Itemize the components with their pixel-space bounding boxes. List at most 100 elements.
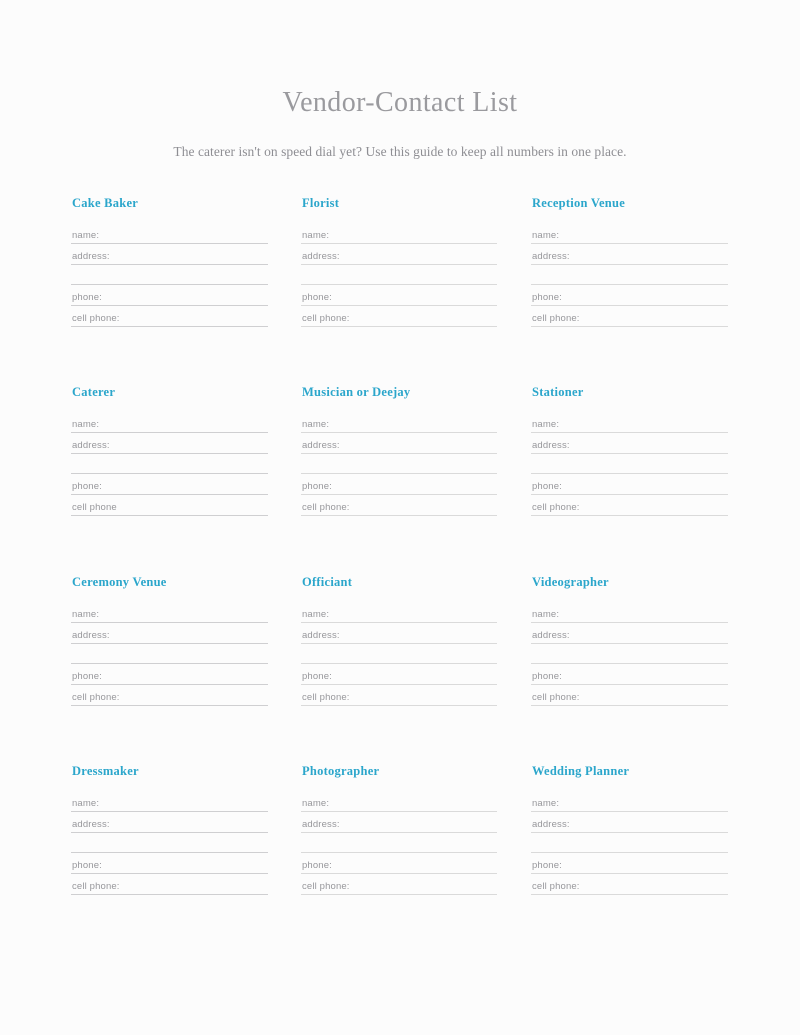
field-label: cell phone: (302, 502, 350, 513)
field-label: cell phone: (532, 692, 580, 703)
field-row-address-continued[interactable] (531, 454, 728, 474)
page-subtitle: The caterer isn't on speed dial yet? Use… (173, 144, 627, 159)
field-row-address[interactable]: address: (531, 623, 728, 644)
field-row-address[interactable]: address: (301, 812, 497, 833)
field-row-address[interactable]: address: (71, 623, 268, 644)
field-row-cell-phone[interactable]: cell phone: (301, 874, 497, 895)
field-row-name[interactable]: name: (301, 791, 497, 812)
field-label: phone: (532, 292, 562, 303)
field-row-name[interactable]: name: (301, 602, 497, 623)
field-row-address[interactable]: address: (301, 244, 497, 265)
vendor-field-list: name: address: phone: cell phone: (301, 791, 497, 895)
field-label: address: (532, 251, 570, 262)
field-row-phone[interactable]: phone: (531, 285, 728, 306)
vendor-title: Dressmaker (72, 764, 139, 778)
field-row-address[interactable]: address: (301, 433, 497, 454)
field-row-address-continued[interactable] (71, 265, 268, 285)
vendor-field-list: name: address: phone: cell phone: (531, 412, 728, 516)
field-label: address: (302, 819, 340, 830)
field-label: name: (302, 609, 330, 620)
field-row-phone[interactable]: phone: (301, 664, 497, 685)
field-row-phone[interactable]: phone: (531, 664, 728, 685)
field-row-name[interactable]: name: (301, 412, 497, 433)
field-row-address-continued[interactable] (301, 644, 497, 664)
field-row-address-continued[interactable] (71, 644, 268, 664)
field-row-phone[interactable]: phone: (531, 474, 728, 495)
field-row-address-continued[interactable] (301, 833, 497, 853)
field-row-address[interactable]: address: (531, 812, 728, 833)
vendor-field-list: name: address: phone: cell phone: (71, 602, 268, 706)
field-row-cell-phone[interactable]: cell phone: (71, 874, 268, 895)
field-row-name[interactable]: name: (531, 602, 728, 623)
vendor-title: Officiant (302, 575, 353, 589)
field-row-phone[interactable]: phone: (71, 474, 268, 495)
field-row-address-continued[interactable] (71, 833, 268, 853)
field-row-phone[interactable]: phone: (71, 664, 268, 685)
field-row-phone[interactable]: phone: (71, 853, 268, 874)
vendor-block-dressmaker: Dressmaker name: address: phone: cell ph… (71, 764, 268, 895)
vendor-title: Caterer (72, 385, 116, 399)
field-label: address: (302, 630, 340, 641)
field-row-name[interactable]: name: (531, 412, 728, 433)
field-row-phone[interactable]: phone: (301, 853, 497, 874)
field-label: cell phone: (302, 692, 350, 703)
field-row-cell-phone[interactable]: cell phone: (531, 306, 728, 327)
field-row-phone[interactable]: phone: (301, 474, 497, 495)
field-row-name[interactable]: name: (71, 412, 268, 433)
field-row-address-continued[interactable] (71, 454, 268, 474)
field-row-address-continued[interactable] (531, 265, 728, 285)
vendor-title: Wedding Planner (532, 764, 630, 778)
vendor-title: Musician or Deejay (302, 385, 411, 399)
field-row-phone[interactable]: phone: (71, 285, 268, 306)
vendor-field-list: name: address: phone: cell phone: (71, 223, 268, 327)
field-label: name: (302, 419, 330, 430)
field-row-name[interactable]: name: (71, 791, 268, 812)
field-label: phone: (72, 860, 102, 871)
field-label: phone: (532, 860, 562, 871)
field-row-name[interactable]: name: (301, 223, 497, 244)
field-row-address[interactable]: address: (71, 244, 268, 265)
field-row-address-continued[interactable] (531, 833, 728, 853)
field-label: name: (532, 798, 560, 809)
field-row-address[interactable]: address: (71, 812, 268, 833)
field-label: address: (72, 630, 110, 641)
field-label: phone: (532, 481, 562, 492)
field-row-address[interactable]: address: (531, 433, 728, 454)
field-row-name[interactable]: name: (71, 602, 268, 623)
field-row-name[interactable]: name: (531, 223, 728, 244)
field-row-cell-phone[interactable]: cell phone: (301, 495, 497, 516)
field-label: phone: (532, 671, 562, 682)
field-label: phone: (72, 481, 102, 492)
field-row-cell-phone[interactable]: cell phone: (71, 685, 268, 706)
vendor-grid: Cake Baker name: address: phone: cell ph… (71, 196, 731, 895)
field-label: phone: (302, 860, 332, 871)
field-row-address[interactable]: address: (71, 433, 268, 454)
vendor-field-list: name: address: phone: cell phone: (71, 791, 268, 895)
page-title: Vendor-Contact List (282, 87, 518, 118)
field-label: cell phone: (72, 881, 120, 892)
field-row-name[interactable]: name: (531, 791, 728, 812)
field-row-cell-phone[interactable]: cell phone: (301, 306, 497, 327)
field-row-cell-phone[interactable]: cell phone: (301, 685, 497, 706)
vendor-block-officiant: Officiant name: address: phone: cell pho… (301, 575, 497, 706)
field-row-address[interactable]: address: (531, 244, 728, 265)
vendor-title: Photographer (302, 764, 380, 778)
field-label: name: (72, 419, 100, 430)
field-row-address[interactable]: address: (301, 623, 497, 644)
field-label: phone: (302, 671, 332, 682)
field-row-cell-phone[interactable]: cell phone: (71, 306, 268, 327)
field-row-cell-phone[interactable]: cell phone: (531, 495, 728, 516)
field-row-cell-phone[interactable]: cell phone: (531, 874, 728, 895)
field-row-address-continued[interactable] (301, 454, 497, 474)
field-row-phone[interactable]: phone: (301, 285, 497, 306)
field-label: address: (302, 440, 340, 451)
field-row-phone[interactable]: phone: (531, 853, 728, 874)
vendor-title: Videographer (532, 575, 609, 589)
field-row-address-continued[interactable] (301, 265, 497, 285)
field-row-address-continued[interactable] (531, 644, 728, 664)
field-row-cell-phone[interactable]: cell phone (71, 495, 268, 516)
field-row-cell-phone[interactable]: cell phone: (531, 685, 728, 706)
field-label: address: (72, 819, 110, 830)
field-row-name[interactable]: name: (71, 223, 268, 244)
field-label: phone: (302, 481, 332, 492)
